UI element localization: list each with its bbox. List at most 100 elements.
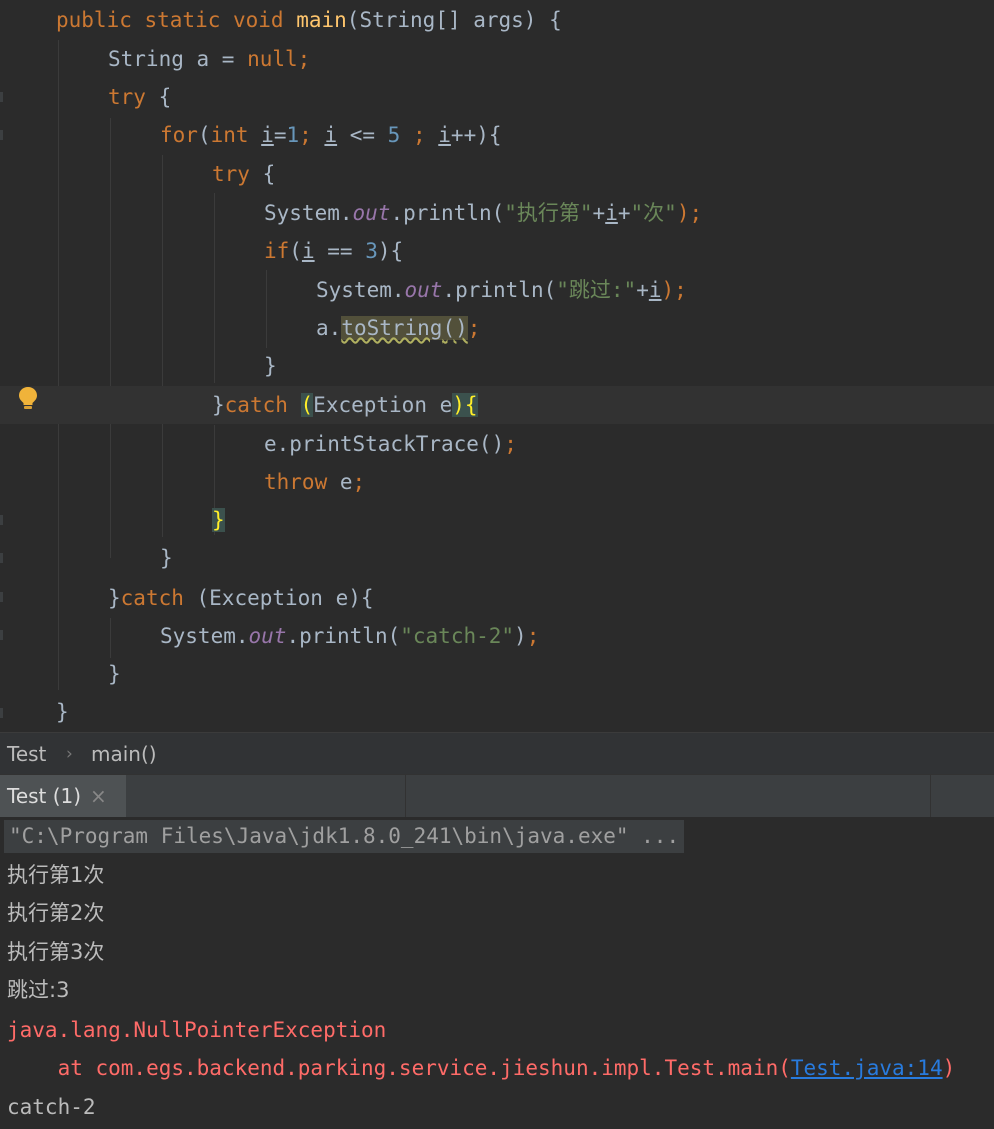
code-token: ==	[314, 239, 366, 263]
console-line: 执行第3次	[7, 940, 105, 964]
code-token: +	[636, 278, 649, 302]
code-token: try	[212, 162, 250, 186]
code-token: ;	[297, 47, 311, 71]
code-token: out	[352, 201, 391, 225]
code-line-7: if(i == 3){	[0, 232, 994, 270]
code-token: )	[452, 393, 465, 417]
code-token: System.	[316, 278, 405, 302]
code-line-9: a.toString();	[0, 309, 994, 347]
code-token: catch	[224, 393, 301, 417]
chevron-right-icon: ›	[66, 744, 73, 764]
code-token: System.	[160, 624, 249, 648]
code-token: catch	[120, 586, 197, 610]
console-exception: java.lang.NullPointerException	[7, 1018, 387, 1042]
code-line-19: }	[0, 693, 994, 731]
code-token: ;	[400, 123, 439, 147]
stacktrace-close: )	[942, 1056, 956, 1080]
tab-divider	[405, 775, 406, 818]
breadcrumb-method[interactable]: main()	[91, 733, 157, 775]
console-line: 跳过:3	[7, 978, 70, 1002]
code-token: );	[661, 278, 687, 302]
code-token: ;	[467, 316, 481, 340]
code-token: "执行第"	[504, 201, 593, 225]
code-token: (Exception e){	[196, 586, 374, 610]
code-token: 1	[286, 123, 300, 147]
code-token: }	[56, 700, 69, 724]
code-token: i	[324, 123, 338, 147]
code-token: ;	[526, 624, 540, 648]
code-line-11: }catch (Exception e){	[0, 386, 994, 424]
code-line-6: System.out.println("执行第"+i+"次");	[0, 194, 994, 232]
code-token: ()	[442, 316, 468, 340]
code-token: }	[212, 508, 225, 532]
code-token: "catch-2"	[400, 624, 515, 648]
code-token: ;	[299, 123, 325, 147]
code-token: if	[264, 239, 290, 263]
code-token: }	[160, 546, 173, 570]
code-line-15: }	[0, 539, 994, 577]
code-token: i	[648, 278, 662, 302]
code-line-14: }	[0, 501, 994, 539]
code-token: }	[108, 586, 121, 610]
code-token: out	[248, 624, 287, 648]
code-token: {	[145, 85, 172, 109]
code-token: System.	[264, 201, 353, 225]
run-tab-bar: Test (1) ×	[0, 774, 994, 818]
code-token: 5	[387, 123, 401, 147]
code-token: i	[438, 123, 451, 147]
code-line-12: e.printStackTrace();	[0, 425, 994, 463]
code-token: =	[273, 123, 287, 147]
console-output[interactable]: "C:\Program Files\Java\jdk1.8.0_241\bin\…	[0, 817, 994, 1129]
code-token: ++){	[450, 123, 502, 147]
code-token: ;	[352, 470, 366, 494]
code-editor[interactable]: public static void main(String[] args) {…	[0, 0, 994, 732]
stacktrace-link[interactable]: Test.java:14	[791, 1056, 943, 1080]
code-token: toString	[341, 316, 443, 340]
tab-run-test[interactable]: Test (1) ×	[0, 775, 126, 818]
code-line-13: throw e;	[0, 463, 994, 501]
code-token: i	[301, 239, 315, 263]
console-line: 执行第2次	[7, 901, 105, 925]
console-stacktrace: at com.egs.backend.parking.service.jiesh…	[7, 1049, 994, 1087]
console-line: catch-2	[7, 1095, 96, 1119]
code-line-8: System.out.println("跳过:"+i);	[0, 271, 994, 309]
code-token: out	[404, 278, 443, 302]
breadcrumb: Test › main()	[0, 732, 994, 775]
code-token: public static void	[56, 8, 297, 32]
code-token: Exception e	[313, 393, 453, 417]
code-line-16: }catch (Exception e){	[0, 579, 994, 617]
code-token: main	[296, 8, 347, 32]
breadcrumb-class[interactable]: Test	[7, 733, 46, 775]
code-token: "次"	[630, 201, 677, 225]
code-token: +	[617, 201, 631, 225]
code-token: int	[210, 123, 262, 147]
code-token: e.printStackTrace()	[264, 432, 505, 456]
code-token: .println(	[286, 624, 401, 648]
code-token: null	[247, 47, 298, 71]
code-token: ;	[504, 432, 517, 456]
code-token: +	[592, 201, 606, 225]
code-line-5: try {	[0, 155, 994, 193]
console-line: 执行第1次	[7, 863, 105, 887]
code-token: .println(	[390, 201, 505, 225]
code-token: (	[300, 393, 314, 417]
tab-label: Test (1)	[7, 784, 82, 808]
close-icon[interactable]: ×	[90, 775, 107, 818]
code-token: throw	[264, 470, 340, 494]
code-token: ){	[377, 239, 404, 263]
code-token: String a =	[108, 47, 248, 71]
code-token: (	[197, 123, 211, 147]
code-token: i	[261, 123, 274, 147]
code-token: );	[676, 201, 703, 225]
console-command-line[interactable]: "C:\Program Files\Java\jdk1.8.0_241\bin\…	[4, 820, 685, 853]
code-line-4: for(int i=1; i <= 5 ; i++){	[0, 116, 994, 154]
code-token: i	[605, 201, 618, 225]
code-token: try	[108, 85, 146, 109]
lightbulb-icon[interactable]	[17, 386, 39, 410]
code-token: a.	[316, 316, 342, 340]
code-token: (String[] args) {	[346, 8, 562, 32]
code-token: }	[212, 393, 225, 417]
code-token: 3	[365, 239, 378, 263]
code-token: "跳过:"	[556, 278, 637, 302]
code-line-2: String a = null;	[0, 40, 994, 78]
